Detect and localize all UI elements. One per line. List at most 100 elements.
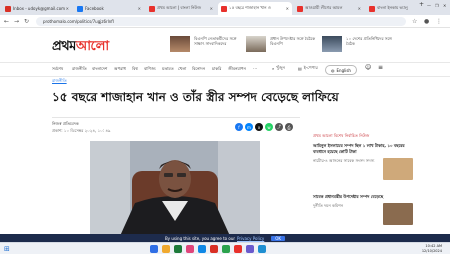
- minimize-button[interactable]: —: [427, 3, 431, 8]
- facebook-icon[interactable]: f: [235, 123, 243, 131]
- close-icon[interactable]: ✕: [66, 6, 69, 11]
- menu-item-world[interactable]: বিশ্ব: [132, 66, 138, 73]
- promo-story[interactable]: বিএনপি নেতাকর্মীদের সঙ্গে সাক্ষাৎ সাংবাদ…: [170, 36, 242, 56]
- menu-item-politics[interactable]: রাজনীতি: [72, 66, 87, 73]
- site-logo[interactable]: প্রথমআলো: [52, 37, 109, 58]
- tab-gmail[interactable]: Inbox - udoyk@gmail.com ✕: [2, 2, 72, 15]
- menu-item-bangladesh[interactable]: বাংলাদেশ: [92, 66, 107, 73]
- epaper-button[interactable]: ▤ ই-পেপার: [298, 65, 318, 72]
- globe-icon: ◍: [331, 67, 335, 73]
- epaper-icon: ▤: [298, 66, 302, 71]
- sidebar-thumbnail: [383, 203, 413, 225]
- menu-item-sports[interactable]: খেলা: [178, 66, 186, 73]
- tab-prothomalo[interactable]: প্রথম আলো | বাংলা নিউজ ✕: [146, 2, 216, 15]
- tab-label: বাংলা ইনকাম ভ্যালু: [377, 5, 408, 10]
- back-icon[interactable]: ←: [4, 18, 9, 25]
- tab-related[interactable]: আওয়ামী লীগের আমল ✕: [294, 2, 364, 15]
- profile-icon[interactable]: ●: [424, 18, 429, 25]
- taskbar-app-icon[interactable]: [186, 245, 194, 253]
- clock-time: 10:42 AM: [425, 244, 442, 248]
- consent-ok-button[interactable]: OK: [271, 235, 286, 241]
- taskbar-app-icon[interactable]: [234, 245, 242, 253]
- windows-start-icon[interactable]: ⊞: [4, 245, 10, 253]
- taskbar-app-icon[interactable]: [150, 245, 158, 253]
- consent-text: By using this site, you agree to our: [164, 235, 236, 241]
- promo-story[interactable]: ১০ দেশের প্রতিনিধিদের সঙ্গে বৈঠক: [322, 36, 394, 56]
- address-bar-row: ← → ↻ prothomalo.com/politics/7ugjz6rlnf…: [0, 15, 450, 28]
- x-icon[interactable]: x: [255, 123, 263, 131]
- article-photo: [90, 141, 260, 236]
- promo-text: ১০ দেশের প্রতিনিধিদের সঙ্গে বৈঠক: [346, 36, 392, 46]
- hamburger-menu-icon[interactable]: ≡: [378, 64, 383, 71]
- clock-date: 12/10/2024: [421, 248, 442, 253]
- article-date: প্রকাশ: ১০ ডিসেম্বর ২০২৪, ১০: ৪৯: [52, 128, 111, 133]
- star-icon[interactable]: ☆: [412, 18, 417, 25]
- search-button[interactable]: ⌕ খুঁজুন: [272, 65, 285, 72]
- menu-icon[interactable]: ⋮: [436, 18, 442, 25]
- menu-item-entertainment[interactable]: বিনোদন: [192, 66, 205, 73]
- tab-label: Inbox - udoyk@gmail.com: [13, 6, 66, 11]
- prothomalo-icon: [369, 5, 375, 12]
- taskbar-app-icon[interactable]: [174, 245, 182, 253]
- portrait-image: [90, 141, 260, 236]
- logo-main: প্রথম: [52, 39, 76, 54]
- menu-item-jobs[interactable]: চাকরি: [212, 66, 221, 73]
- messenger-icon[interactable]: m: [245, 123, 253, 131]
- taskbar-app-icon[interactable]: [210, 245, 218, 253]
- language-button[interactable]: ◍ English: [325, 65, 357, 75]
- whatsapp-icon[interactable]: w: [265, 123, 273, 131]
- browser-tab-strip: Inbox - udoyk@gmail.com ✕ Facebook ✕ প্র…: [0, 0, 450, 15]
- tab-label: Facebook: [85, 6, 104, 11]
- logo-accent: আলো: [75, 39, 109, 54]
- reload-icon[interactable]: ↻: [24, 18, 29, 25]
- prothomalo-icon: [297, 5, 303, 12]
- promo-thumbnail: [170, 36, 190, 52]
- menu-more-icon[interactable]: ⋯: [253, 66, 257, 71]
- sidebar-story-title: আমিনুল ইসলামের সম্পদ ছিল ১ লাখ টাকার, ১০…: [313, 143, 405, 154]
- taskbar-app-icon[interactable]: [162, 245, 170, 253]
- tab-label: ১৫ বছরে শাজাহান খান ও: [229, 5, 271, 10]
- language-label: English: [336, 67, 351, 73]
- promo-story[interactable]: প্রধান উপদেষ্টার সঙ্গে বৈঠকে বিএনপি: [246, 36, 318, 56]
- print-icon[interactable]: ⎙: [285, 123, 293, 131]
- tab-other[interactable]: বাংলা ইনকাম ভ্যালু: [366, 2, 416, 15]
- user-icon[interactable]: ☺: [365, 64, 371, 71]
- close-icon[interactable]: ✕: [286, 6, 289, 11]
- url-input[interactable]: prothomalo.com/politics/7ugjz6rlnfl: [36, 17, 406, 26]
- maximize-button[interactable]: ❐: [435, 3, 439, 8]
- taskbar-app-icon[interactable]: [246, 245, 254, 253]
- taskbar-app-icon[interactable]: [258, 245, 266, 253]
- facebook-icon: [77, 5, 83, 12]
- sidebar-story[interactable]: সাবেক প্রধানমন্ত্রীর উপদেষ্টার সম্পদ বেড…: [313, 194, 413, 225]
- menu-item-latest[interactable]: সর্বশেষ: [52, 66, 63, 73]
- tab-article[interactable]: ১৫ বছরে শাজাহান খান ও ✕: [218, 2, 292, 15]
- tab-label: আওয়ামী লীগের আমল: [305, 5, 343, 10]
- gmail-icon: [5, 5, 11, 12]
- menu-item-opinion[interactable]: মতামত: [162, 66, 174, 73]
- promo-text: প্রধান উপদেষ্টার সঙ্গে বৈঠকে বিএনপি: [270, 36, 316, 46]
- menu-item-crime[interactable]: অপরাধ: [114, 66, 126, 73]
- search-icon: ⌕: [272, 66, 275, 71]
- section-link[interactable]: রাজনীতি: [52, 78, 67, 85]
- system-tray-clock[interactable]: 10:42 AM 12/10/2024: [422, 244, 442, 253]
- tab-facebook[interactable]: Facebook ✕: [74, 2, 144, 15]
- site-menu-bar: সর্বশেষ রাজনীতি বাংলাদেশ অপরাধ বিশ্ব বাণ…: [0, 62, 450, 77]
- sidebar-story-meta: দুর্নীতি দমন কমিশন: [313, 203, 343, 208]
- taskbar-app-icon[interactable]: [222, 245, 230, 253]
- forward-icon[interactable]: →: [14, 18, 19, 25]
- epaper-label: ই-পেপার: [303, 65, 318, 70]
- privacy-policy-link[interactable]: Privacy Policy: [237, 236, 264, 241]
- taskbar-app-icon[interactable]: [198, 245, 206, 253]
- privacy-consent-banner: By using this site, you agree to our Pri…: [0, 234, 450, 242]
- close-icon[interactable]: ✕: [138, 6, 141, 11]
- menu-item-lifestyle[interactable]: জীবনযাপন: [228, 66, 246, 73]
- close-icon[interactable]: ✕: [358, 6, 361, 11]
- new-tab-button[interactable]: +: [419, 1, 424, 8]
- article-byline: নিজস্ব প্রতিবেদক: [52, 121, 79, 126]
- tab-label: প্রথম আলো | বাংলা নিউজ: [157, 5, 202, 10]
- menu-item-business[interactable]: বাণিজ্য: [144, 66, 156, 73]
- close-icon[interactable]: ✕: [210, 6, 213, 11]
- sidebar-story[interactable]: আমিনুল ইসলামের সম্পদ ছিল ১ লাখ টাকার, ১০…: [313, 143, 413, 180]
- share-icon[interactable]: ⤴: [275, 123, 283, 131]
- close-window-button[interactable]: ✕: [443, 3, 446, 8]
